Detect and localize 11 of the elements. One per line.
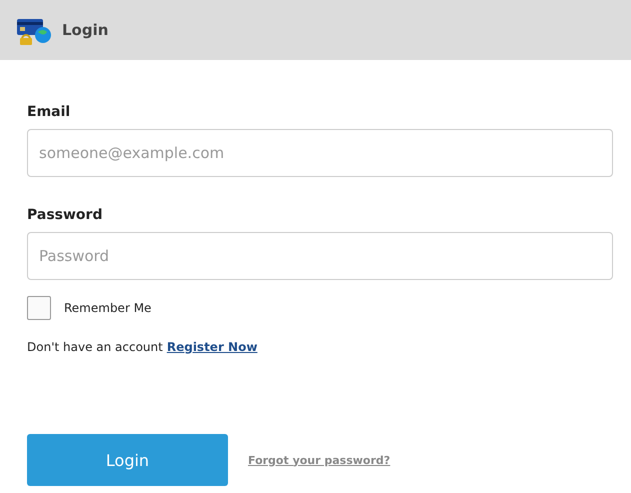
email-field[interactable]: someone@example.com [27,129,613,177]
login-button[interactable]: Login [27,434,228,486]
header-title: Login [62,21,108,39]
checkbox[interactable] [27,296,51,320]
password-field[interactable]: Password [27,232,613,280]
field-label: Email [27,104,72,120]
forgot-password-link[interactable]: Forgot your password? [248,454,390,466]
checkbox-label: Remember Me [64,301,152,315]
register-prompt: Don't have an account [27,340,163,354]
field-label: Password [27,207,104,223]
register-link[interactable]: Register Now [166,340,258,354]
